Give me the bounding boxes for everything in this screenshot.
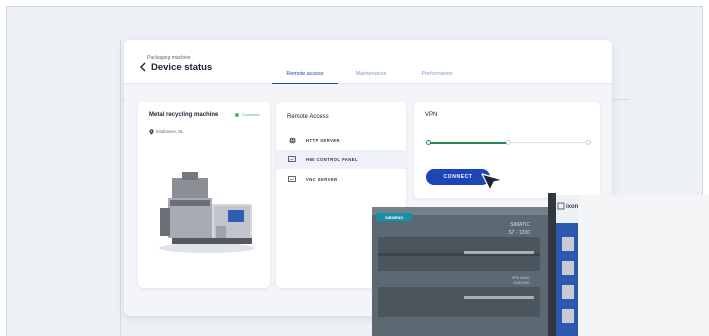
page-title: Device status bbox=[151, 61, 213, 73]
chevron-left-icon[interactable] bbox=[138, 61, 148, 73]
plc-cpu-line2: DC/DC/DC bbox=[513, 281, 530, 285]
remote-access-title: Remote Access bbox=[287, 114, 329, 120]
mouse-pointer-icon bbox=[481, 173, 504, 191]
vpn-card: VPN CONNECT bbox=[414, 102, 600, 198]
monitor-icon bbox=[288, 156, 296, 164]
plc-cpu-line1: CPU 1214C bbox=[512, 276, 531, 280]
tab-maintenance[interactable]: Maintenance bbox=[338, 68, 404, 84]
plc-model-line1: SIMATIC bbox=[510, 222, 530, 228]
gateway-brand: ixon bbox=[566, 204, 579, 210]
plc-brand: SIEMENS bbox=[385, 215, 403, 220]
machine-name: Metal recycling machine bbox=[149, 112, 219, 118]
location-pin-icon bbox=[149, 122, 154, 140]
progress-step-node bbox=[506, 140, 511, 145]
app-header: Packaging machine Device status Remote a… bbox=[124, 40, 612, 84]
machine-image bbox=[159, 172, 255, 253]
globe-icon bbox=[288, 137, 296, 145]
status-badge: Connected bbox=[235, 113, 259, 117]
status-dot-icon bbox=[235, 113, 239, 117]
remote-item-hmi-control-panel[interactable]: HMI CONTROL PANEL bbox=[276, 150, 406, 169]
decorative-divider bbox=[120, 40, 121, 336]
remote-item-label: VNC SERVER bbox=[306, 177, 338, 182]
tab-remote-access[interactable]: Remote access bbox=[272, 68, 338, 84]
remote-item-label: HTTP SERVER bbox=[306, 138, 341, 143]
remote-item-vnc-server[interactable]: VNC SERVER bbox=[276, 170, 406, 189]
location-label: Eindhoven, NL bbox=[156, 128, 184, 134]
title-row: Device status bbox=[138, 61, 212, 73]
progress-step-node bbox=[586, 140, 591, 145]
tab-bar: Remote access Maintenance Performance bbox=[272, 68, 470, 84]
vpn-title: VPN bbox=[425, 112, 438, 118]
vpn-progress-fill bbox=[428, 141, 508, 144]
machine-card: Metal recycling machine Connected Eindho… bbox=[138, 102, 270, 288]
tab-performance[interactable]: Performance bbox=[404, 68, 470, 84]
plc-model-line2: S7 - 1200 bbox=[508, 230, 530, 236]
monitor-icon bbox=[288, 176, 296, 184]
plc-hardware-image: SIEMENS SIMATIC S7 - 1200 CPU 1214C DC/D… bbox=[372, 193, 709, 336]
status-label: Connected bbox=[242, 113, 260, 117]
progress-step-node bbox=[426, 140, 431, 145]
remote-item-http-server[interactable]: HTTP SERVER bbox=[276, 131, 406, 150]
location: Eindhoven, NL bbox=[149, 122, 183, 140]
remote-item-label: HMI CONTROL PANEL bbox=[306, 157, 359, 162]
